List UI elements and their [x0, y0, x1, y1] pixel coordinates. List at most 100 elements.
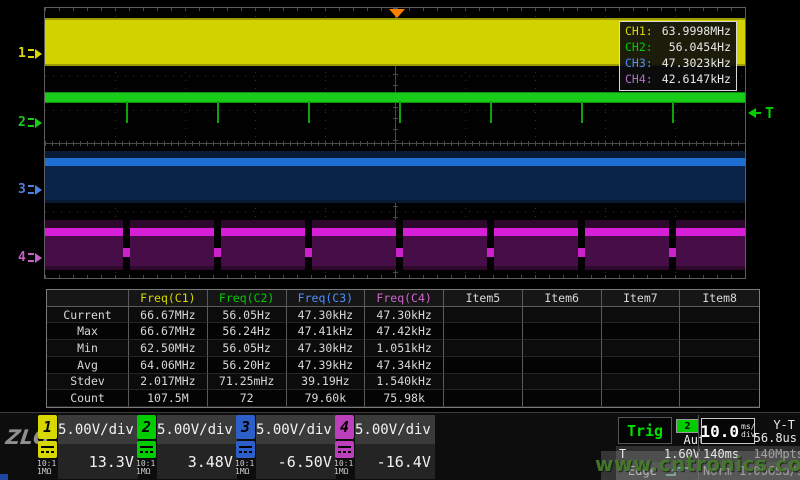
channel-probe-info: 10:11MΩ — [136, 460, 157, 476]
channel-offset-value[interactable]: -16.4V — [355, 444, 435, 479]
channel-number-badge[interactable]: 4 — [335, 415, 354, 439]
table-cell: 56.20Hz — [208, 357, 287, 374]
channel-badge-column: 310:11MΩ — [235, 415, 256, 479]
freq-readout-row: CH1: 63.9998MHz — [620, 23, 736, 39]
table-cell: 56.05Hz — [208, 340, 287, 357]
channel-2-position-marker[interactable]: 2 — [18, 115, 42, 130]
display-mode: Y-T — [773, 418, 795, 432]
freq-readout-row: CH3: 47.3023kHz — [620, 55, 736, 71]
channel-offset-value[interactable]: -6.50V — [256, 444, 336, 479]
table-cell — [680, 357, 759, 374]
table-cell — [444, 307, 523, 324]
ground-icon — [28, 118, 34, 127]
ch4-trace-gap — [578, 218, 585, 270]
table-cell — [523, 374, 602, 391]
table-cell: 56.24Hz — [208, 323, 287, 340]
channel-offset-value[interactable]: 13.3V — [58, 444, 138, 479]
table-cell — [680, 340, 759, 357]
trigger-delay-value: 56.8us — [754, 431, 797, 445]
table-row-label: Avg — [47, 357, 129, 374]
corner-artifact — [0, 474, 8, 480]
channel-scale-value[interactable]: 5.00V/div — [355, 415, 435, 444]
channel-badge-column: 410:11MΩ — [334, 415, 355, 479]
trigger-source-badge[interactable]: 2 — [676, 419, 699, 433]
freq-readout-value: 63.9998MHz — [662, 23, 731, 39]
table-cell: 75.98k — [365, 390, 444, 407]
channel-number-badge[interactable]: 1 — [38, 415, 57, 439]
probe-impedance: 1MΩ — [136, 468, 157, 476]
freq-readout-label: CH1: — [625, 23, 653, 39]
timebase-scale-button[interactable]: 10.0 ms/ div — [701, 418, 755, 444]
table-cell: 62.50MHz — [129, 340, 208, 357]
channel-scale-value[interactable]: 5.00V/div — [58, 415, 138, 444]
channel-probe-info: 10:11MΩ — [37, 460, 58, 476]
ch4-trace-gap-pulse — [396, 248, 403, 257]
table-cell — [444, 374, 523, 391]
channel-3-block[interactable]: 310:11MΩ5.00V/div-6.50V — [235, 415, 332, 479]
arrow-right-icon — [35, 253, 42, 263]
freq-readout-row: CH2:56.0454Hz — [620, 39, 736, 55]
coupling-dashed-line — [239, 451, 252, 453]
table-header-cell: Freq(C3) — [287, 290, 366, 307]
ch2-trace — [45, 92, 745, 103]
table-cell — [602, 340, 681, 357]
table-cell — [602, 323, 681, 340]
table-cell — [523, 323, 602, 340]
coupling-dashed-line — [338, 451, 351, 453]
channel-3-position-marker[interactable]: 3 — [18, 182, 42, 197]
table-cell: 47.34kHz — [365, 357, 444, 374]
ch2-trace-spike — [126, 101, 128, 123]
ch2-trace-spike — [308, 101, 310, 123]
ch3-trace-fill — [45, 166, 745, 200]
table-cell: 72 — [208, 390, 287, 407]
channel-number: 1 — [18, 46, 26, 61]
table-cell — [523, 307, 602, 324]
channel-scale-value[interactable]: 5.00V/div — [256, 415, 336, 444]
table-row-label: Count — [47, 390, 129, 407]
trigger-button[interactable]: Trig — [618, 417, 672, 444]
channel-scale-value[interactable]: 5.00V/div — [157, 415, 237, 444]
coupling-solid-line — [338, 446, 351, 448]
ch4-trace-gap — [123, 218, 130, 270]
ground-icon — [28, 185, 34, 194]
channel-coupling-icon[interactable] — [137, 441, 156, 458]
channel-settings: 5.00V/div3.48V — [157, 415, 237, 479]
channel-badge-column: 1 10:11MΩ — [37, 415, 58, 479]
table-header-cell — [47, 290, 129, 307]
trigger-level-marker[interactable]: T — [748, 104, 774, 122]
channel-1-position-marker[interactable]: 1 — [18, 46, 42, 61]
channel-4-position-marker[interactable]: 4 — [18, 250, 42, 265]
trigger-label: Trig — [627, 422, 663, 440]
coupling-dashed-line — [140, 451, 153, 453]
channel-coupling-icon[interactable] — [335, 441, 354, 458]
table-cell: 66.67MHz — [129, 323, 208, 340]
channel-settings: 5.00V/div13.3V — [58, 415, 138, 479]
table-cell — [680, 374, 759, 391]
coupling-solid-line — [140, 446, 153, 448]
arrow-right-icon — [35, 49, 42, 59]
freq-readout-label: CH3: — [625, 55, 653, 71]
freq-readout-row: CH4:42.6147kHz — [620, 71, 736, 87]
trigger-source-number: 2 — [684, 421, 690, 432]
freq-readout-value: 47.3023kHz — [662, 55, 731, 71]
channel-1-block[interactable]: 110:11MΩ5.00V/div13.3V — [37, 415, 134, 479]
table-cell — [444, 390, 523, 407]
channel-4-block[interactable]: 410:11MΩ5.00V/div-16.4V — [334, 415, 431, 479]
channel-coupling-icon[interactable] — [236, 441, 255, 458]
channel-number-badge[interactable]: 2 — [137, 415, 156, 439]
channel-number-badge[interactable]: 3 — [236, 415, 255, 439]
ch4-trace-noise-top — [45, 220, 745, 228]
channel-2-block[interactable]: 210:11MΩ5.00V/div3.48V — [136, 415, 233, 479]
table-cell: 47.30kHz — [287, 307, 366, 324]
ch4-trace-gap — [214, 218, 221, 270]
channel-coupling-icon[interactable] — [38, 441, 57, 458]
ch3-trace-top — [45, 158, 745, 166]
trigger-position-marker[interactable] — [389, 9, 405, 18]
table-row-label: Min — [47, 340, 129, 357]
channel-offset-value[interactable]: 3.48V — [157, 444, 237, 479]
table-cell — [680, 323, 759, 340]
ch4-trace-top — [45, 228, 745, 236]
ch4-trace-gap-pulse — [305, 248, 312, 257]
ch3-trace-noise-top — [45, 151, 745, 158]
table-cell — [444, 323, 523, 340]
